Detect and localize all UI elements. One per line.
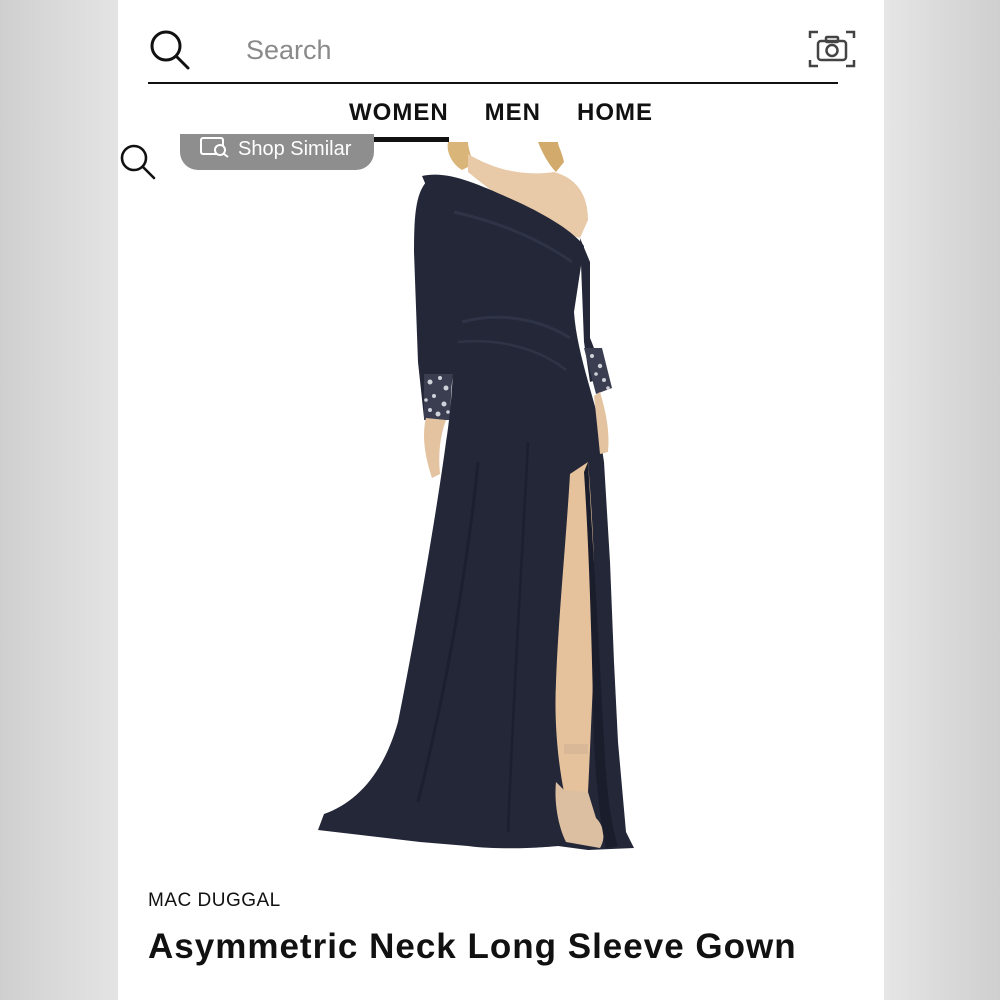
zoom-icon[interactable] (118, 142, 158, 182)
search-icon[interactable] (148, 28, 192, 72)
product-brand[interactable]: MAC DUGGAL (148, 890, 281, 912)
right-backdrop (884, 0, 1000, 1000)
camera-icon[interactable] (808, 28, 856, 70)
tab-home[interactable]: HOME (577, 96, 653, 142)
app-screen: WOMEN MEN HOME (118, 0, 884, 1000)
gown-illustration (318, 142, 634, 850)
product-title: Asymmetric Neck Long Sleeve Gown (148, 927, 797, 966)
search-input[interactable] (246, 30, 726, 70)
shop-similar-button[interactable]: Shop Similar (180, 134, 374, 170)
search-bar (148, 22, 856, 84)
left-backdrop (0, 0, 118, 1000)
image-search-icon (200, 137, 229, 158)
shop-similar-label: Shop Similar (238, 138, 352, 160)
tab-men[interactable]: MEN (485, 96, 541, 142)
product-image[interactable]: Shop Similar (118, 134, 884, 870)
